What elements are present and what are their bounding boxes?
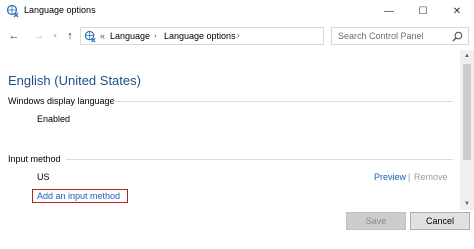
navigation-bar: ← → ▾ ↑ « Language › Language options › … [0,24,474,48]
language-heading: English (United States) [8,73,141,88]
breadcrumb-language-options[interactable]: Language options [164,31,236,41]
forward-arrow-icon[interactable]: → [32,28,46,44]
add-input-method-label: Add an input method [37,191,121,201]
search-icon[interactable] [452,31,463,42]
address-bar[interactable]: « Language › Language options › ▾ ↻ [80,27,399,45]
display-language-label: Windows display language [8,96,115,106]
section-divider [113,101,453,102]
hidden-path-chevron-icon[interactable]: « [100,31,105,41]
minimize-button[interactable]: — [372,0,406,22]
preview-link[interactable]: Preview [374,172,406,182]
breadcrumb-language[interactable]: Language [110,31,150,41]
maximize-button[interactable]: ☐ [406,0,440,22]
title-bar: Language options — ☐ ✕ [0,0,474,22]
breadcrumb-separator-icon[interactable]: › [154,31,157,40]
search-placeholder: Search Control Panel [338,31,424,41]
window-title: Language options [24,5,96,15]
window-controls: — ☐ ✕ [372,0,474,22]
remove-link[interactable]: Remove [414,172,448,182]
scroll-down-icon[interactable]: ▼ [460,198,474,210]
save-button[interactable]: Save [346,212,406,230]
up-arrow-icon[interactable]: ↑ [63,28,77,44]
display-language-status: Enabled [37,114,71,124]
breadcrumb-separator-icon[interactable]: › [237,31,240,40]
scrollbar-thumb[interactable] [463,64,471,160]
control-panel-language-icon [84,30,96,43]
vertical-scrollbar[interactable]: ▲ ▼ [460,50,474,210]
back-arrow-icon[interactable]: ← [7,28,21,44]
input-method-label: Input method [8,154,61,164]
link-separator: | [408,172,411,182]
close-button[interactable]: ✕ [440,0,474,22]
cancel-button[interactable]: Cancel [410,212,470,230]
section-divider [66,159,453,160]
scroll-up-icon[interactable]: ▲ [460,50,474,62]
recent-locations-chevron-icon[interactable]: ▾ [48,28,62,44]
language-globe-icon [6,4,19,18]
language-options-panel: English (United States) Windows display … [0,50,460,210]
search-input[interactable]: Search Control Panel [331,27,469,45]
input-method-us: US [37,172,50,182]
add-input-method-link[interactable]: Add an input method [32,189,128,203]
